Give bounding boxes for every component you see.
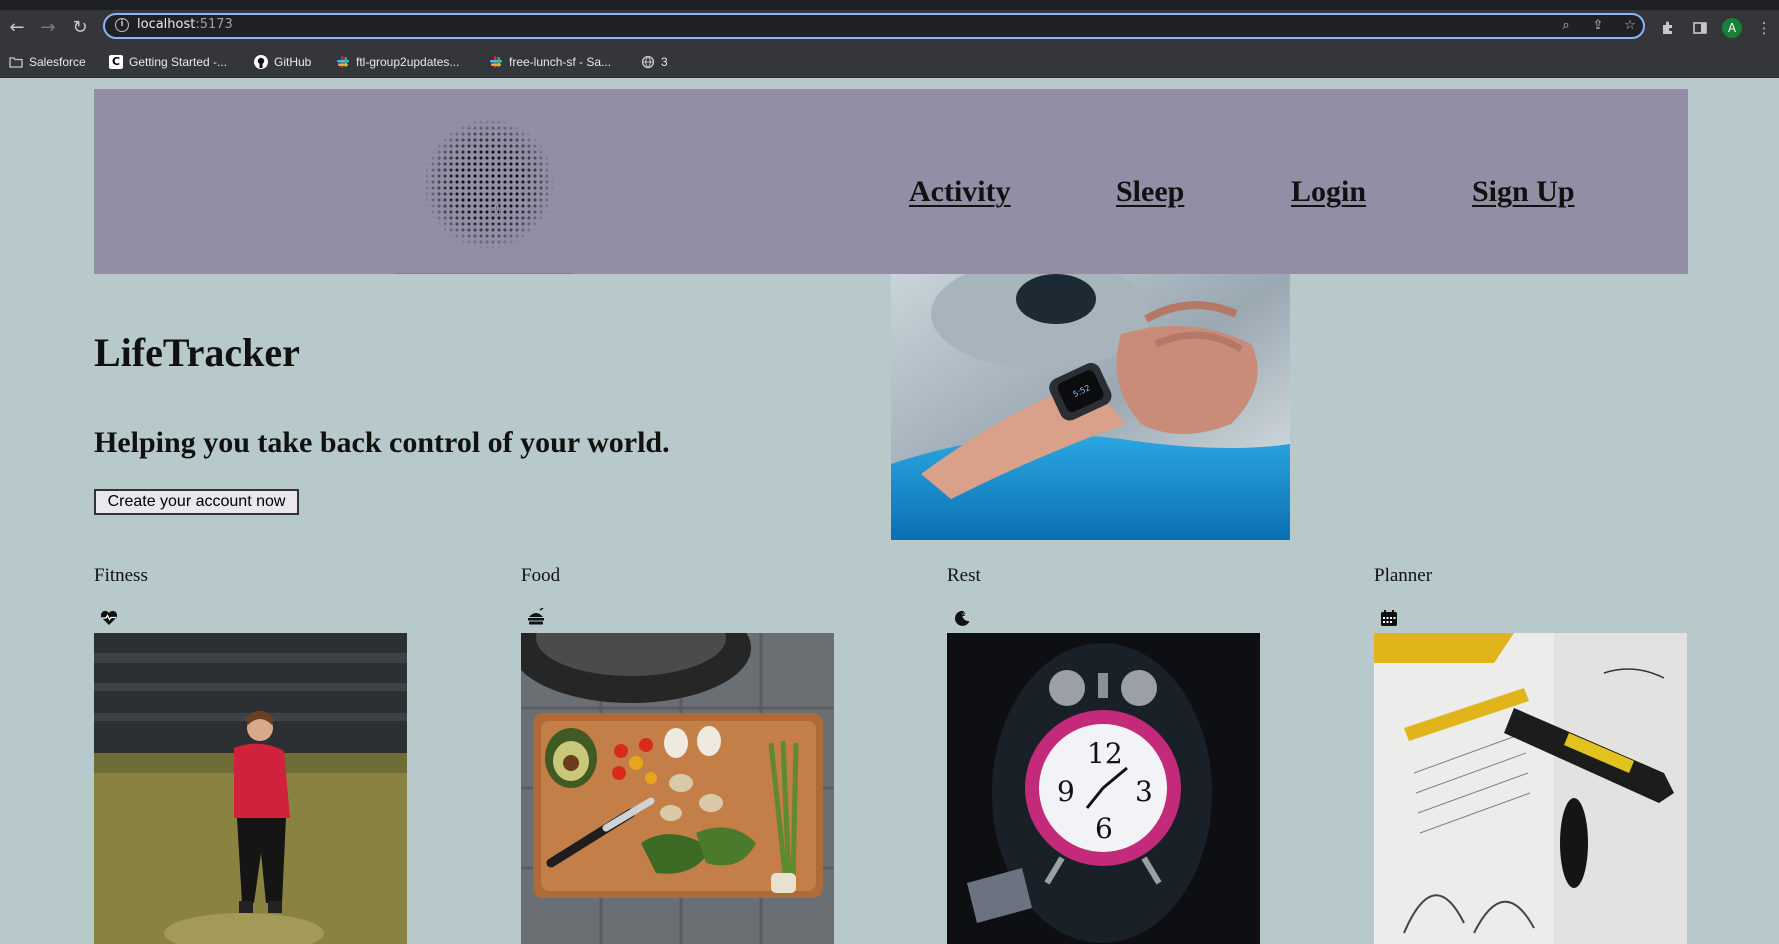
burger-icon — [526, 607, 546, 628]
tile-label-fitness: Fitness — [94, 565, 148, 586]
rest-image: 12 9 3 6 — [947, 633, 1260, 944]
bookmark-free-lunch[interactable]: free-lunch-sf - Sa... — [489, 53, 611, 71]
bookmark-salesforce[interactable]: Salesforce — [9, 53, 86, 71]
bookmark-star-icon[interactable]: ☆ — [1621, 17, 1639, 35]
bookmarks-bar: Salesforce C Getting Started -... GitHub… — [0, 46, 1779, 78]
zoom-icon[interactable]: ⌕ — [1557, 17, 1575, 35]
slack-icon — [336, 55, 350, 69]
site-info-icon[interactable]: i — [115, 18, 129, 32]
folder-icon — [9, 55, 23, 69]
globe-icon — [641, 55, 655, 69]
planner-image — [1374, 633, 1687, 944]
bookmark-label: Getting Started -... — [129, 55, 228, 69]
tagline: Helping you take back control of your wo… — [94, 426, 670, 459]
tile-label-food: Food — [521, 565, 561, 586]
bookmark-3[interactable]: 3 — [641, 53, 668, 71]
share-icon[interactable]: ⇪ — [1589, 17, 1607, 35]
address-bar[interactable]: i localhost:5173 ⌕ ⇪ ☆ — [103, 13, 1645, 39]
bookmark-getting-started[interactable]: C Getting Started -... — [109, 53, 227, 71]
create-account-button[interactable]: Create your account now — [94, 489, 299, 515]
moon-sleep-icon: z — [952, 608, 972, 628]
browser-tab-strip — [0, 0, 1779, 10]
svg-text:3: 3 — [1135, 775, 1153, 808]
side-panel-icon[interactable] — [1688, 16, 1712, 40]
logo-divider — [394, 273, 574, 274]
browser-toolbar: ← → ↻ i localhost:5173 ⌕ ⇪ ☆ A ⋮ — [0, 10, 1779, 46]
bookmark-label: Salesforce — [29, 55, 86, 69]
github-icon — [254, 55, 268, 69]
reload-icon[interactable]: ↻ — [68, 16, 92, 40]
calendar-icon — [1379, 608, 1399, 628]
extensions-icon[interactable] — [1656, 16, 1680, 40]
halftone-logo[interactable] — [424, 119, 554, 249]
bookmark-label: free-lunch-sf - Sa... — [509, 55, 612, 69]
bookmark-ftl-group2[interactable]: ftl-group2updates... — [336, 53, 459, 71]
tile-label-planner: Planner — [1374, 565, 1433, 586]
svg-text:6: 6 — [1095, 812, 1113, 845]
hero-smartwatch-image: 5:52 — [891, 274, 1290, 540]
c-logo-icon: C — [109, 55, 123, 69]
food-image — [521, 633, 834, 944]
slack-icon — [489, 55, 503, 69]
url-host: localhost — [137, 17, 196, 32]
profile-avatar[interactable]: A — [1722, 18, 1742, 38]
back-icon[interactable]: ← — [5, 16, 29, 40]
bookmark-label: 3 — [661, 55, 668, 69]
forward-icon[interactable]: → — [36, 16, 60, 40]
url-text[interactable]: localhost:5173 — [137, 17, 233, 32]
bookmark-label: GitHub — [274, 55, 312, 69]
nav-sleep[interactable]: Sleep — [1116, 175, 1184, 209]
bookmark-label: ftl-group2updates... — [356, 55, 460, 69]
site-header: ☝ Activity Sleep Login Sign Up — [94, 89, 1688, 274]
svg-text:9: 9 — [1057, 775, 1075, 808]
nav-sign-up[interactable]: Sign Up — [1472, 175, 1575, 209]
browser-menu-icon[interactable]: ⋮ — [1752, 16, 1776, 40]
bookmark-github[interactable]: GitHub — [254, 53, 311, 71]
svg-text:z: z — [962, 611, 966, 618]
mouse-pointer-icon: ☝ — [491, 199, 501, 218]
nav-activity[interactable]: Activity — [909, 175, 1011, 209]
tile-label-rest: Rest — [947, 565, 981, 586]
fitness-image — [94, 633, 407, 944]
nav-login[interactable]: Login — [1291, 175, 1366, 209]
heart-pulse-icon — [99, 608, 119, 628]
svg-text:12: 12 — [1087, 737, 1123, 770]
url-port: :5173 — [195, 17, 233, 32]
page-title: LifeTracker — [94, 330, 300, 375]
